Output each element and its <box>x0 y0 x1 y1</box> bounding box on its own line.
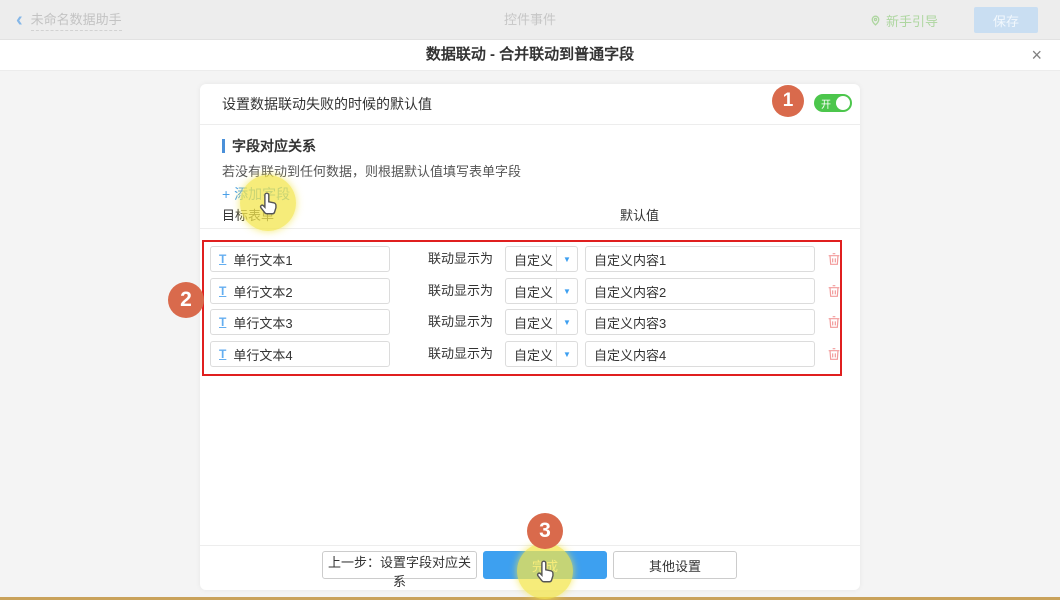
chevron-down-icon: ▼ <box>556 247 577 271</box>
trash-icon <box>826 346 842 362</box>
field-row: T 单行文本3 联动显示为 自定义 ▼ 自定义内容3 <box>200 309 860 335</box>
section-title-text: 字段对应关系 <box>232 136 316 156</box>
target-field-value: 单行文本3 <box>233 313 292 332</box>
chevron-down-icon: ▼ <box>556 279 577 303</box>
text-field-icon: T <box>219 284 226 298</box>
cursor-hand-icon <box>256 191 282 217</box>
mode-value: 自定义 <box>506 282 556 301</box>
dialog-panel: 设置数据联动失败的时候的默认值 开 字段对应关系 若没有联动到任何数据，则根据默… <box>200 84 860 590</box>
text-field-icon: T <box>219 315 226 329</box>
section-marker-bar <box>222 139 225 153</box>
location-pin-icon <box>869 13 882 27</box>
link-display-label: 联动显示为 <box>428 309 493 335</box>
back-button[interactable]: ‹ 未命名数据助手 <box>16 0 122 40</box>
target-field-value: 单行文本2 <box>233 282 292 301</box>
divider <box>200 228 860 229</box>
delete-row-button[interactable] <box>826 251 842 267</box>
chevron-down-icon: ▼ <box>556 342 577 366</box>
mode-dropdown[interactable]: 自定义 ▼ <box>505 246 578 272</box>
section-title: 字段对应关系 <box>222 136 316 156</box>
target-field-value: 单行文本1 <box>233 250 292 269</box>
dialog-titlebar: 数据联动 - 合并联动到普通字段 × <box>0 40 1060 71</box>
default-value-input[interactable]: 自定义内容2 <box>585 278 815 304</box>
prev-step-button[interactable]: 上一步：设置字段对应关系 <box>322 551 477 579</box>
divider <box>200 124 860 125</box>
text-field-icon: T <box>219 252 226 266</box>
trash-icon <box>826 251 842 267</box>
beginner-guide-link[interactable]: 新手引导 <box>869 0 938 40</box>
default-value-text: 自定义内容2 <box>594 282 666 301</box>
step-badge-1: 1 <box>772 85 804 117</box>
step-badge-3: 3 <box>527 513 563 549</box>
default-value-toggle[interactable]: 开 <box>814 94 852 112</box>
trash-icon <box>826 314 842 330</box>
beginner-guide-label: 新手引导 <box>886 11 938 30</box>
delete-row-button[interactable] <box>826 283 842 299</box>
other-settings-button[interactable]: 其他设置 <box>613 551 737 579</box>
default-value-text: 自定义内容3 <box>594 313 666 332</box>
click-highlight-done <box>517 543 573 599</box>
back-chevron-icon: ‹ <box>16 10 23 30</box>
target-field-input[interactable]: T 单行文本1 <box>210 246 390 272</box>
default-value-input[interactable]: 自定义内容3 <box>585 309 815 335</box>
mode-value: 自定义 <box>506 345 556 364</box>
save-button[interactable]: 保存 <box>974 7 1038 33</box>
target-field-input[interactable]: T 单行文本4 <box>210 341 390 367</box>
column-header-default: 默认值 <box>620 205 659 224</box>
field-row: T 单行文本4 联动显示为 自定义 ▼ 自定义内容4 <box>200 341 860 367</box>
link-display-label: 联动显示为 <box>428 246 493 272</box>
mode-dropdown[interactable]: 自定义 ▼ <box>505 341 578 367</box>
delete-row-button[interactable] <box>826 314 842 330</box>
step-badge-2: 2 <box>168 282 204 318</box>
default-value-input[interactable]: 自定义内容4 <box>585 341 815 367</box>
target-field-input[interactable]: T 单行文本2 <box>210 278 390 304</box>
cursor-hand-icon <box>533 559 559 585</box>
link-display-label: 联动显示为 <box>428 278 493 304</box>
mode-value: 自定义 <box>506 313 556 332</box>
delete-row-button[interactable] <box>826 346 842 362</box>
default-value-setting-label: 设置数据联动失败的时候的默认值 <box>222 84 432 124</box>
mode-dropdown[interactable]: 自定义 ▼ <box>505 309 578 335</box>
chevron-down-icon: ▼ <box>556 310 577 334</box>
default-value-text: 自定义内容4 <box>594 345 666 364</box>
toggle-knob <box>836 96 850 110</box>
click-highlight-add-field <box>240 175 296 231</box>
field-row: T 单行文本2 联动显示为 自定义 ▼ 自定义内容2 <box>200 278 860 304</box>
default-value-text: 自定义内容1 <box>594 250 666 269</box>
trash-icon <box>826 283 842 299</box>
dialog-title: 数据联动 - 合并联动到普通字段 <box>0 40 1060 70</box>
close-icon[interactable]: × <box>1031 40 1042 70</box>
field-row: T 单行文本1 联动显示为 自定义 ▼ 自定义内容1 <box>200 246 860 272</box>
text-field-icon: T <box>219 347 226 361</box>
screen: ‹ 未命名数据助手 控件事件 新手引导 保存 数据联动 - 合并联动到普通字段 … <box>0 0 1060 600</box>
link-display-label: 联动显示为 <box>428 341 493 367</box>
topbar: ‹ 未命名数据助手 控件事件 新手引导 保存 <box>0 0 1060 40</box>
mode-dropdown[interactable]: 自定义 ▼ <box>505 278 578 304</box>
mode-value: 自定义 <box>506 250 556 269</box>
target-field-input[interactable]: T 单行文本3 <box>210 309 390 335</box>
target-field-value: 单行文本4 <box>233 345 292 364</box>
default-value-input[interactable]: 自定义内容1 <box>585 246 815 272</box>
assistant-name-label: 未命名数据助手 <box>31 9 122 31</box>
toggle-on-label: 开 <box>821 96 831 111</box>
